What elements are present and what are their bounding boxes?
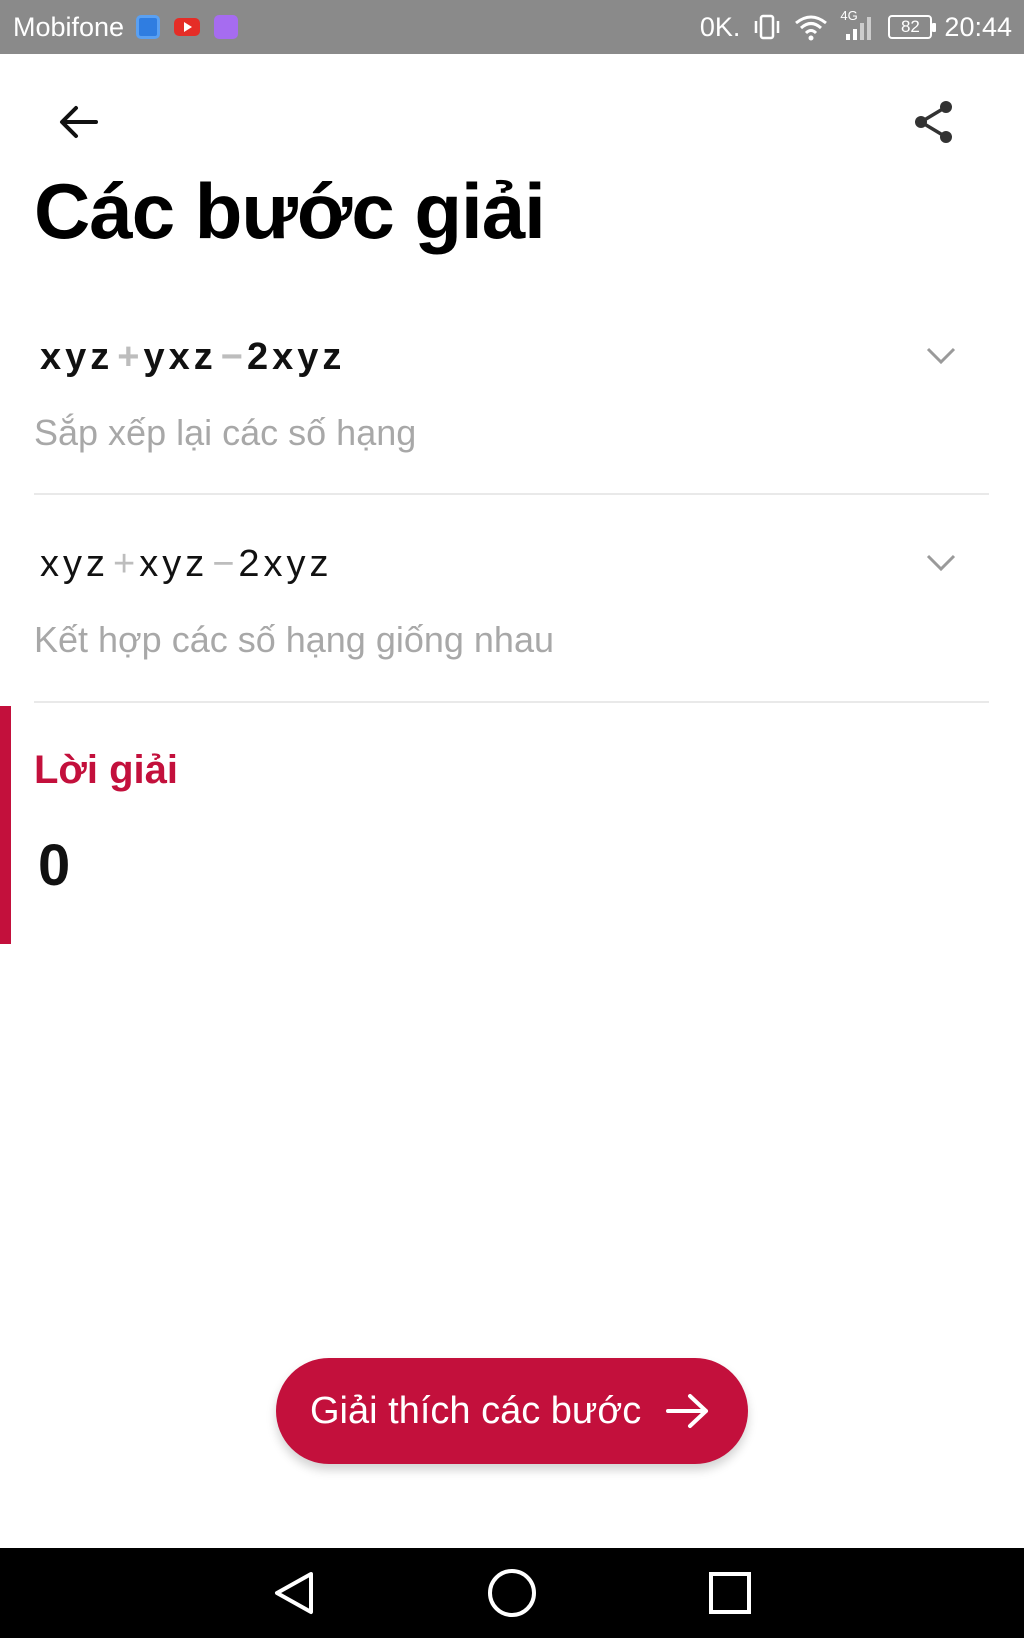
arrow-right-icon [664,1387,712,1435]
status-bar: Mobifone 0K. 4G 82 20:44 [0,0,1024,54]
triangle-back-icon [275,1572,313,1614]
solution-accent-bar [0,706,11,944]
carrier-name: Mobifone [13,11,125,42]
youtube-icon [174,18,201,36]
expression-term: xyz [139,543,209,585]
browser-icon [136,15,161,39]
nav-back-button[interactable] [266,1565,322,1621]
plus-operator: + [117,336,140,378]
plus-operator: + [113,543,136,585]
nav-home-button[interactable] [484,1565,540,1621]
data-speed: 0K. [699,11,741,42]
step-item[interactable]: xyz + yxz −2xyz Sắp xếp lại các số hạng [34,330,989,495]
expand-step-button[interactable] [921,336,961,376]
minus-operator: − [220,336,243,378]
solution-label: Lời giải [34,748,179,792]
share-button[interactable] [900,88,968,156]
chevron-down-icon [926,554,956,572]
status-left: Mobifone [13,12,252,43]
clock: 20:44 [944,11,1012,42]
expression-term: yxz [143,336,217,378]
solution-value: 0 [38,833,71,898]
expression-term: 2xyz [246,336,346,378]
step-expression: xyz + yxz −2xyz [40,336,345,379]
step-description: Kết hợp các số hạng giống nhau [34,619,554,660]
step-expression: xyz + xyz −2xyz [40,543,333,586]
step-item[interactable]: xyz + xyz −2xyz Kết hợp các số hạng giống n… [34,537,989,703]
circle-home-icon [488,1569,536,1617]
step-description: Sắp xếp lại các số hạng [34,412,417,453]
system-nav-bar [0,1548,1024,1638]
explain-steps-label: Giải thích các bước [310,1389,642,1432]
wifi-icon [795,15,828,41]
nav-recents-button[interactable] [702,1565,758,1621]
expression-term: 2xyz [238,543,333,585]
page-title: Các bước giải [34,167,546,255]
network-signal: 4G [840,8,876,42]
network-type: 4G [840,8,858,23]
expand-step-button[interactable] [921,543,961,583]
chevron-down-icon [926,347,956,365]
battery-indicator: 82 [888,15,937,39]
top-app-bar [0,88,1024,158]
square-recents-icon [709,1572,751,1614]
gallery-icon [214,15,239,39]
explain-steps-button[interactable]: Giải thích các bước [276,1358,748,1464]
share-icon [915,101,952,143]
arrow-left-icon [60,106,98,138]
expression-term: xyz [40,543,109,585]
back-button[interactable] [44,88,112,156]
status-right: 0K. 4G 82 20:44 [699,8,1012,43]
minus-operator: − [212,543,235,585]
vibrate-icon [755,14,780,40]
expression-term: xyz [40,336,114,378]
